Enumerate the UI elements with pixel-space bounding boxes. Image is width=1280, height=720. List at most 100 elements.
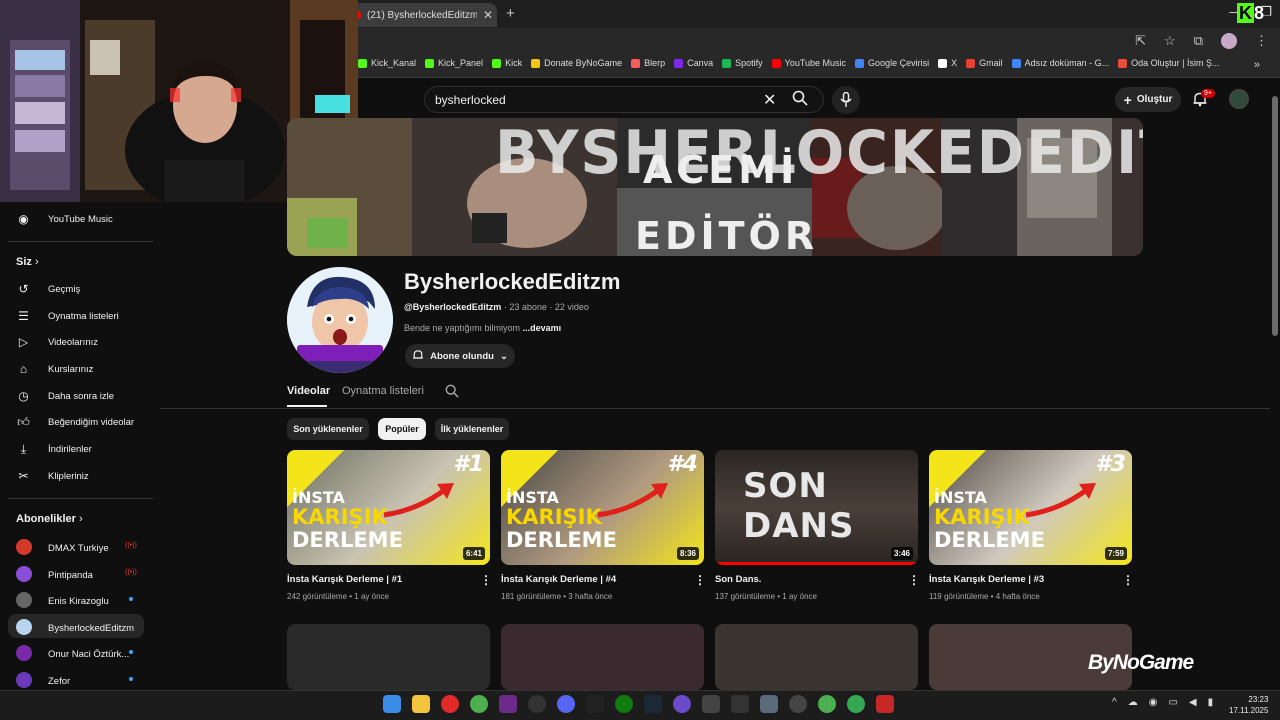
mic-icon[interactable]: ◉ — [1149, 697, 1158, 708]
video-views: 242 görüntüleme — [287, 592, 348, 601]
install-app-icon[interactable]: ⇱ — [1135, 33, 1146, 49]
create-button[interactable]: + Oluştur — [1115, 87, 1181, 112]
channel-description[interactable]: Bende ne yaptığımı bilmiyom ...devamı — [404, 323, 561, 333]
app-icon[interactable] — [876, 695, 894, 713]
subscription-item[interactable]: DMAX Turkiye — [16, 539, 109, 558]
search-icon[interactable] — [792, 90, 808, 109]
description-more-link[interactable]: ...devamı — [523, 323, 562, 333]
epic-games-icon[interactable] — [586, 695, 604, 713]
new-tab-button[interactable]: + — [506, 5, 515, 22]
bookmark-item[interactable]: X — [938, 58, 957, 68]
subscription-item[interactable]: Enis Kirazoglu — [16, 592, 109, 611]
bookmark-item[interactable]: Kick — [492, 58, 522, 68]
video-thumbnail-row2[interactable] — [715, 624, 918, 690]
bookmark-item[interactable]: Spotify — [722, 58, 763, 68]
sidebar-you-heading[interactable]: Siz › — [16, 256, 39, 268]
bookmark-item[interactable]: Oda Oluştur | İsim Ş... — [1118, 58, 1220, 68]
app-icon[interactable] — [760, 695, 778, 713]
video-thumbnail[interactable]: #3 İNSTA KARIŞIK DERLEME 7:59 — [929, 450, 1132, 565]
scrollbar-thumb[interactable] — [1272, 96, 1278, 336]
chrome-icon[interactable] — [818, 695, 836, 713]
chip-oldest[interactable]: İlk yüklenenler — [435, 418, 509, 440]
subscription-item[interactable]: Zefor — [16, 672, 70, 691]
app-icon[interactable] — [528, 695, 546, 713]
network-icon[interactable]: ▭ — [1168, 697, 1177, 708]
sidebar-item[interactable]: ▷ Videolarınız — [16, 335, 98, 349]
chip-latest[interactable]: Son yüklenenler — [287, 418, 369, 440]
app-icon[interactable] — [789, 695, 807, 713]
account-avatar[interactable] — [1229, 89, 1249, 109]
menu-dots-icon[interactable]: ⋮ — [1255, 33, 1268, 49]
bookmark-item[interactable]: Google Çevirisi — [855, 58, 929, 68]
video-thumbnail[interactable]: SON DANS 3:46 — [715, 450, 918, 565]
video-age: 3 hafta önce — [568, 592, 613, 601]
chip-popular[interactable]: Popüler — [378, 418, 426, 440]
video-thumbnail-row2[interactable] — [287, 624, 490, 690]
taskbar-clock[interactable]: 23:23 17.11.2025 — [1229, 694, 1268, 716]
voice-search-icon[interactable] — [832, 86, 860, 114]
video-thumbnail-row2[interactable] — [501, 624, 704, 690]
sidebar-item[interactable]: ⌂ Kurslarınız — [16, 362, 94, 376]
video-menu-icon[interactable]: ⋮ — [694, 573, 706, 587]
bookmark-item[interactable]: Adsız doküman - G... — [1011, 58, 1110, 68]
sidebar-item-label: İndirilenler — [48, 444, 92, 455]
app-icon[interactable] — [702, 695, 720, 713]
bookmark-label: Adsız doküman - G... — [1024, 58, 1110, 68]
sidebar-item[interactable]: ☰ Oynatma listeleri — [16, 309, 119, 323]
battery-icon[interactable]: ▮ — [1208, 697, 1214, 708]
sidebar-item[interactable]: 👍︎ Beğendiğim videolar — [16, 415, 134, 430]
video-menu-icon[interactable]: ⋮ — [1122, 573, 1134, 587]
subscription-item[interactable]: Pintipanda — [16, 566, 93, 585]
sidebar-item[interactable]: ✂ Klipleriniz — [16, 469, 88, 483]
extensions-icon[interactable]: ⧉ — [1194, 33, 1203, 49]
file-explorer-icon[interactable] — [412, 695, 430, 713]
bookmarks-overflow-icon[interactable]: » — [1254, 59, 1260, 71]
steam-icon[interactable] — [644, 695, 662, 713]
editor-app-icon[interactable] — [499, 695, 517, 713]
subscription-item[interactable]: BysherlockedEditzm — [16, 619, 134, 638]
xbox-icon[interactable] — [615, 695, 633, 713]
windows-start-icon[interactable] — [383, 695, 401, 713]
close-tab-icon[interactable]: ✕ — [483, 8, 493, 22]
video-menu-icon[interactable]: ⋮ — [908, 573, 920, 587]
subscribed-button[interactable]: Abone olundu ⌄ — [405, 344, 515, 368]
sidebar-item[interactable]: ◉ YouTube Music — [16, 212, 113, 226]
chrome-icon[interactable] — [470, 695, 488, 713]
sidebar-item[interactable]: ↺ Geçmiş — [16, 282, 80, 296]
discord-icon[interactable] — [557, 695, 575, 713]
app-icon[interactable] — [731, 695, 749, 713]
video-thumbnail[interactable]: #4 İNSTA KARIŞIK DERLEME 8:36 — [501, 450, 704, 565]
sidebar-item[interactable]: ⤓ İndirilenler — [16, 442, 92, 457]
tray-app-icon[interactable]: ☁ — [1128, 697, 1138, 708]
channel-avatar[interactable] — [287, 267, 393, 373]
video-title[interactable]: İnsta Karışık Derleme | #3 — [929, 574, 1044, 585]
clear-search-icon[interactable]: ✕ — [763, 90, 776, 110]
bookmark-star-icon[interactable]: ☆ — [1164, 33, 1176, 49]
channel-search-icon[interactable] — [445, 384, 459, 401]
tab-videos[interactable]: Videolar — [287, 385, 330, 397]
sidebar-subscriptions-heading[interactable]: Abonelikler › — [16, 513, 83, 525]
browser-tab-youtube[interactable]: (21) BysherlockedEditzm - YouTube ✕ — [345, 3, 497, 27]
bookmark-item[interactable]: YouTube Music — [771, 58, 846, 68]
video-thumbnail[interactable]: #1 İNSTA KARIŞIK DERLEME 6:41 — [287, 450, 490, 565]
bookmark-item[interactable]: Kick_Panel — [425, 58, 483, 68]
video-menu-icon[interactable]: ⋮ — [480, 573, 492, 587]
tray-overflow-icon[interactable]: ^ — [1112, 697, 1117, 708]
bookmark-item[interactable]: Blerp — [631, 58, 665, 68]
tab-playlists[interactable]: Oynatma listeleri — [342, 385, 424, 397]
bookmark-item[interactable]: Canva — [674, 58, 713, 68]
channel-handle[interactable]: @BysherlockedEditzm — [404, 302, 501, 312]
video-title[interactable]: İnsta Karışık Derleme | #1 — [287, 574, 402, 585]
bookmark-item[interactable]: Kick_Kanal — [358, 58, 416, 68]
video-title[interactable]: İnsta Karışık Derleme | #4 — [501, 574, 616, 585]
app-icon[interactable] — [673, 695, 691, 713]
video-title[interactable]: Son Dans. — [715, 574, 761, 585]
sidebar-item[interactable]: ◷ Daha sonra izle — [16, 389, 114, 403]
bookmark-item[interactable]: Donate ByNoGame — [531, 58, 622, 68]
chrome-icon[interactable] — [847, 695, 865, 713]
volume-icon[interactable]: ◀ — [1189, 697, 1197, 708]
media-player-icon[interactable] — [441, 695, 459, 713]
profile-avatar-icon[interactable] — [1221, 33, 1237, 49]
subscription-item[interactable]: Onur Naci Öztürk... — [16, 645, 129, 664]
bookmark-item[interactable]: Gmail — [966, 58, 1003, 68]
